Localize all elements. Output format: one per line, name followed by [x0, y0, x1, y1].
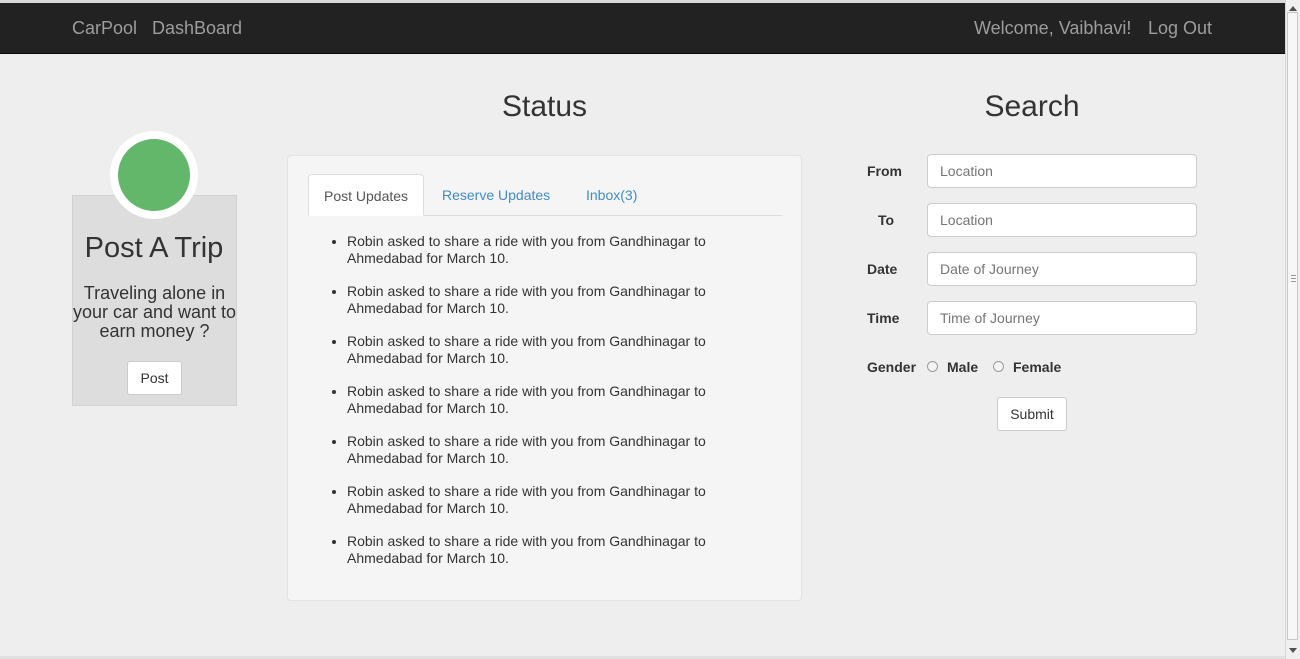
tab-reserve-updates[interactable]: Reserve Updates [442, 174, 550, 216]
female-radio[interactable] [993, 361, 1004, 372]
time-input[interactable] [927, 301, 1197, 335]
female-label: Female [1013, 359, 1062, 375]
grip-line [1291, 281, 1296, 282]
date-input[interactable] [927, 252, 1197, 286]
grip-line [1291, 275, 1296, 276]
to-input[interactable] [927, 203, 1197, 237]
list-item: Robin asked to share a ride with you fro… [347, 283, 767, 333]
date-label: Date [867, 261, 898, 277]
grip-line [1291, 278, 1296, 279]
male-label: Male [947, 359, 979, 375]
male-radio[interactable] [927, 361, 938, 372]
tab-inbox[interactable]: Inbox(3) [586, 174, 637, 216]
welcome-text[interactable]: Welcome, Vaibhavi! [974, 18, 1131, 38]
scroll-thumb[interactable] [1287, 12, 1298, 640]
from-input[interactable] [927, 154, 1197, 188]
navbar: CarPool DashBoard Welcome, Vaibhavi! Log… [0, 3, 1285, 54]
scroll-up-arrow-icon[interactable] [1289, 6, 1297, 11]
post-button[interactable]: Post [127, 361, 182, 395]
to-label: To [878, 212, 895, 228]
search-heading: Search [984, 90, 1080, 123]
scroll-down-arrow-icon[interactable] [1289, 648, 1297, 653]
post-trip-description: Traveling alone in your car and want to … [72, 283, 237, 341]
vertical-scrollbar[interactable] [1285, 0, 1300, 659]
updates-list: Robin asked to share a ride with you fro… [326, 233, 767, 583]
time-label: Time [867, 310, 900, 326]
logout-link[interactable]: Log Out [1148, 18, 1212, 38]
dashboard-link[interactable]: DashBoard [152, 18, 242, 38]
brand-link[interactable]: CarPool [72, 18, 137, 38]
list-item: Robin asked to share a ride with you fro… [347, 533, 767, 583]
list-item: Robin asked to share a ride with you fro… [347, 433, 767, 483]
list-item: Robin asked to share a ride with you fro… [347, 483, 767, 533]
gender-label: Gender [867, 359, 917, 375]
avatar-circle [118, 139, 190, 211]
from-label: From [867, 163, 902, 179]
tab-post-updates[interactable]: Post Updates [308, 174, 424, 216]
status-panel: Post Updates Reserve Updates Inbox(3) Ro… [287, 155, 802, 601]
list-item: Robin asked to share a ride with you fro… [347, 333, 767, 383]
submit-button[interactable]: Submit [997, 397, 1067, 431]
list-item: Robin asked to share a ride with you fro… [347, 383, 767, 433]
status-heading: Status [501, 90, 588, 123]
post-trip-title: Post A Trip [84, 232, 224, 264]
avatar [110, 131, 198, 219]
list-item: Robin asked to share a ride with you fro… [347, 233, 767, 283]
